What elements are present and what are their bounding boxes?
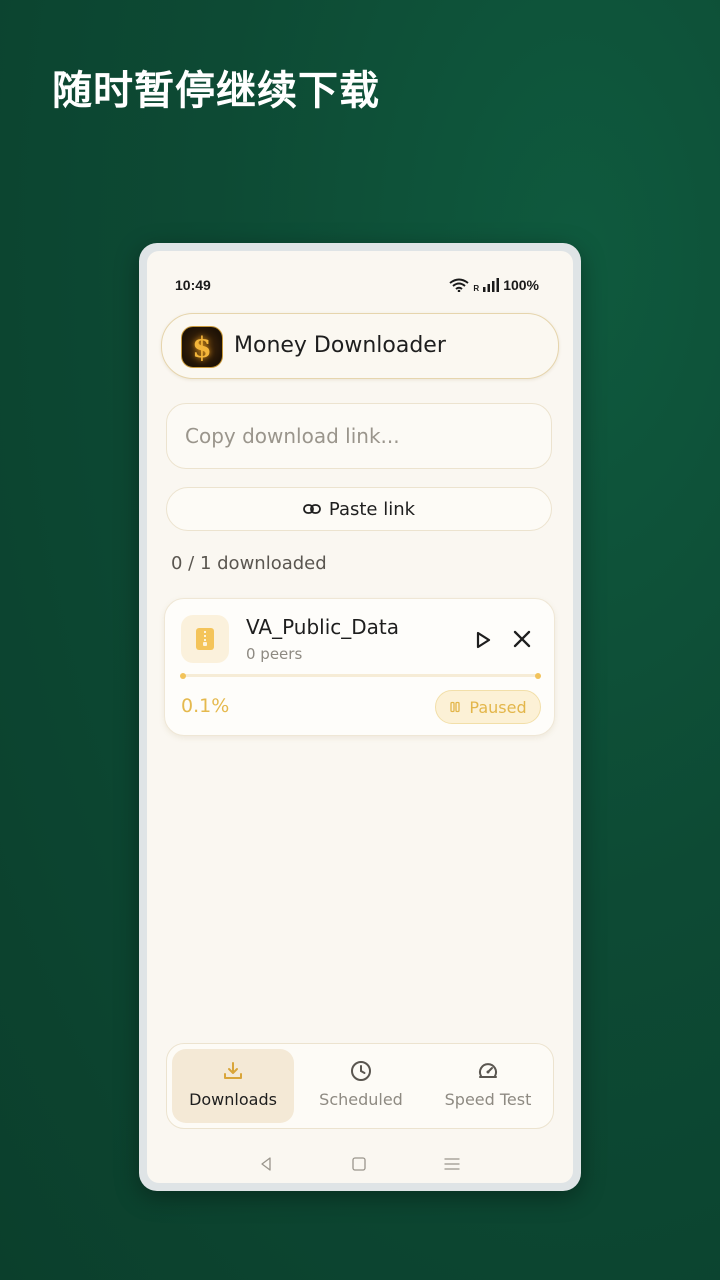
download-icon (224, 1062, 242, 1079)
pause-icon (450, 701, 461, 713)
menu-icon[interactable] (443, 1155, 461, 1173)
nav-tab-scheduled[interactable]: Scheduled (300, 1049, 422, 1123)
nav-label-downloads: Downloads (189, 1090, 277, 1109)
status-time: 10:49 (175, 277, 211, 293)
nav-tab-downloads[interactable]: Downloads (172, 1049, 294, 1123)
phone-frame: 10:49 R 100% $ Money Downloader Copy dow… (139, 243, 581, 1191)
app-screen: 10:49 R 100% $ Money Downloader Copy dow… (147, 251, 573, 1183)
play-icon[interactable] (472, 629, 494, 651)
clock-icon (351, 1061, 371, 1081)
app-title: Money Downloader (234, 333, 446, 358)
file-name: VA_Public_Data (246, 615, 400, 639)
back-icon[interactable] (257, 1155, 275, 1173)
nav-label-speed-test: Speed Test (444, 1090, 532, 1109)
status-icons: R 100% (449, 277, 539, 293)
paste-link-button[interactable]: Paste link (166, 487, 552, 531)
zip-file-icon (181, 615, 229, 663)
progress-bar (180, 672, 541, 679)
status-bar: 10:49 R 100% (147, 251, 573, 301)
bottom-nav: Downloads Scheduled Speed Test (166, 1043, 554, 1129)
nav-label-scheduled: Scheduled (319, 1090, 403, 1109)
download-link-input[interactable] (166, 403, 552, 469)
roaming-indicator: R (473, 283, 480, 293)
download-counter: 0 / 1 downloaded (171, 553, 327, 574)
promo-title: 随时暂停继续下载 (52, 68, 380, 114)
peer-count: 0 peers (246, 645, 303, 663)
nav-tab-speed-test[interactable]: Speed Test (427, 1049, 549, 1123)
home-icon[interactable] (350, 1155, 368, 1173)
progress-percent: 0.1% (181, 695, 230, 717)
progress-dot-end (535, 672, 541, 679)
progress-dot-start (180, 672, 186, 679)
download-card[interactable]: VA_Public_Data 0 peers 0.1% Paused (164, 598, 555, 736)
dollar-coin-icon: $ (181, 326, 223, 368)
status-badge: Paused (435, 690, 541, 724)
paste-link-label: Paste link (328, 498, 416, 520)
link-icon (303, 504, 321, 514)
close-icon[interactable] (510, 627, 534, 651)
speedometer-icon (479, 1063, 497, 1078)
signal-icon (483, 278, 500, 292)
battery-level: 100% (503, 277, 539, 293)
status-badge-label: Paused (469, 697, 527, 717)
app-header: $ Money Downloader (161, 313, 559, 379)
wifi-icon (449, 278, 470, 292)
